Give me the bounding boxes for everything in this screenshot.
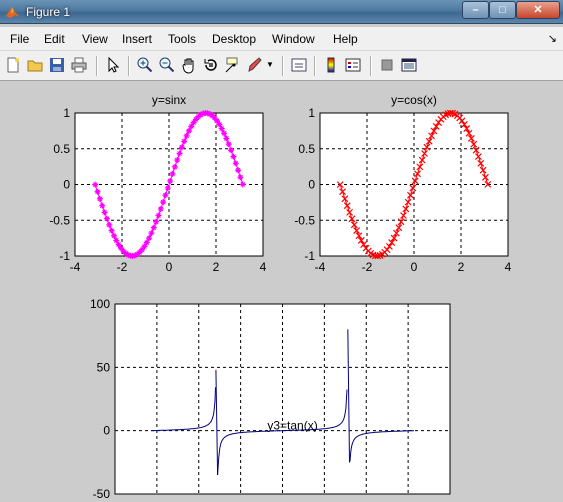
x-tick-label: 2 [213, 260, 220, 274]
x-tick-label: -4 [315, 260, 326, 274]
x-tick-label: 0 [166, 260, 173, 274]
y-tick-label: -0.5 [49, 213, 70, 227]
y-tick-label: 0.5 [53, 142, 70, 156]
y-tick-label: 0.5 [298, 142, 315, 156]
x-tick-label: -4 [70, 260, 81, 274]
axes-title: y=cos(x) [391, 93, 437, 107]
x-tick-label: 4 [260, 260, 267, 274]
x-tick-label: 0 [411, 260, 418, 274]
x-tick-label: 2 [458, 260, 465, 274]
y-tick-label: 0 [308, 178, 315, 192]
axes-title: y=sinx [152, 93, 186, 107]
x-tick-label: 4 [505, 260, 512, 274]
y-tick-label: 1 [308, 106, 315, 120]
x-tick-label: -2 [362, 260, 373, 274]
y-tick-label: -50 [93, 487, 111, 501]
y-tick-label: 0 [63, 178, 70, 192]
y-tick-label: 50 [97, 360, 111, 374]
y-tick-label: -0.5 [294, 213, 315, 227]
text-annotation: y3=tan(x) [267, 419, 317, 433]
axes-3-background [114, 303, 451, 495]
y-tick-label: 1 [63, 106, 70, 120]
x-tick-label: -2 [117, 260, 128, 274]
y-tick-label: 0 [103, 424, 110, 438]
y-tick-label: 100 [90, 297, 110, 311]
figure-canvas[interactable]: 10.50-0.5-1-4 -2 0 2 4y=sinx10.50-0.5-1-4 -2 0… [0, 0, 563, 502]
